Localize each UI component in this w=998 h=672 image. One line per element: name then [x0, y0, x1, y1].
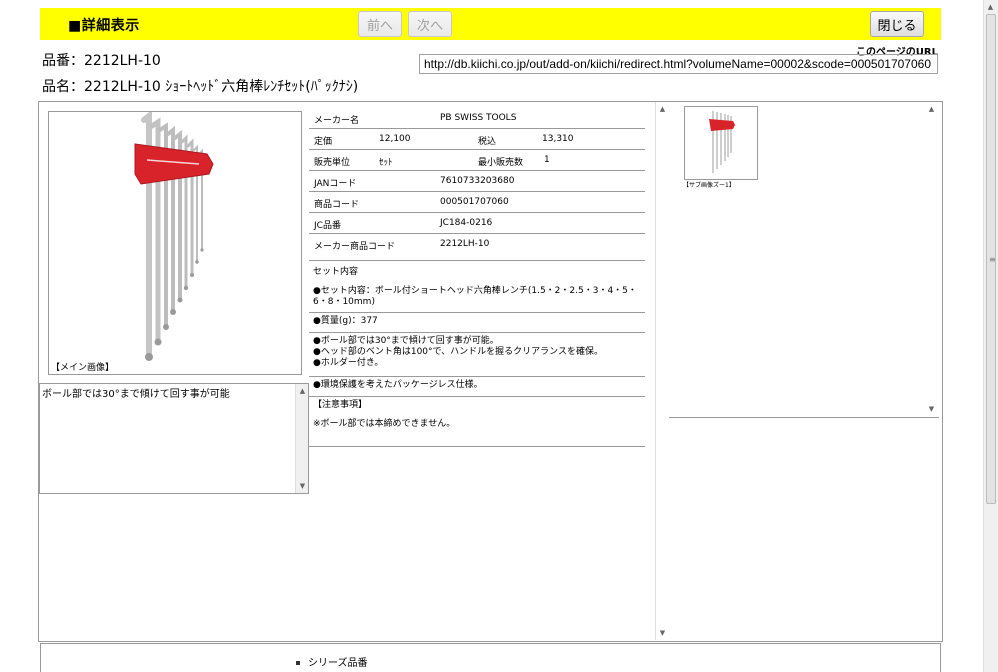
- scroll-up-icon[interactable]: ▲: [984, 3, 997, 11]
- hex-key-set-image: [134, 109, 214, 361]
- scroll-down-icon[interactable]: ▼: [296, 482, 309, 490]
- maker-code-value: 2212LH-10: [440, 239, 490, 249]
- sub-image-scrollbar[interactable]: ▲ ▼: [925, 102, 939, 416]
- set-content: ●セット内容：ボール付ショートヘッド六角棒レンチ(1.5・2・2.5・3・4・5…: [313, 286, 637, 307]
- tax-label: 税込: [478, 137, 497, 147]
- description-scrollbar[interactable]: ▲ ▼: [295, 384, 308, 493]
- jan-value: 7610733203680: [440, 176, 515, 186]
- spec-row-maker: メーカー名 PB SWISS TOOLS: [309, 108, 645, 129]
- scroll-up-icon[interactable]: ▲: [925, 105, 938, 113]
- close-button[interactable]: 閉じる: [870, 11, 924, 37]
- jc-label: JC品番: [314, 221, 341, 231]
- set-content-block: セット内容 ●セット内容：ボール付ショートヘッド六角棒レンチ(1.5・2・2.5…: [309, 261, 645, 313]
- product-number: 品番：2212LH-10: [42, 53, 161, 69]
- scroll-up-icon[interactable]: ▲: [296, 387, 309, 395]
- unit-label: 販売単位: [314, 158, 351, 168]
- min-label: 最小販売数: [478, 158, 524, 168]
- sub-image-caption: 【サブ画像ズー1】: [683, 182, 735, 189]
- feature-bent: ●ヘッド部のベント角は100°で、ハンドルを握るクリアランスを確保。: [313, 347, 603, 357]
- scroll-down-icon[interactable]: ▼: [925, 405, 938, 413]
- spec-row-maker-code: メーカー商品コード 2212LH-10: [309, 234, 645, 261]
- scroll-up-icon[interactable]: ▲: [656, 105, 669, 113]
- spec-row-price: 定価 12,100 税込 13,310: [309, 129, 645, 150]
- eco-note: ●環境保護を考えたパッケージレス仕様。: [313, 380, 483, 390]
- set-heading: セット内容: [313, 267, 359, 277]
- unit-value: ｾｯﾄ: [379, 158, 393, 168]
- caution-block: 【注意事項】 ※ボール部では本締めできません。: [309, 397, 645, 447]
- series-list-item: シリーズ品番: [296, 654, 368, 669]
- feature-holder: ●ホルダー付き。: [313, 358, 384, 368]
- maker-value: PB SWISS TOOLS: [440, 113, 517, 123]
- main-image[interactable]: 【メイン画像】: [48, 109, 302, 375]
- jc-value: JC184-0216: [440, 218, 493, 228]
- min-value: 1: [544, 155, 550, 165]
- feature-ball: ●ボール部では30°まで傾けて回す事が可能。: [313, 336, 499, 346]
- bullet-icon: [296, 661, 300, 665]
- weight-block: ●質量(g)：377: [309, 313, 645, 333]
- header-bar: ■詳細表示 前へ 次へ 閉じる: [40, 8, 941, 40]
- spec-row-code: 商品コード 000501707060: [309, 192, 645, 213]
- tax-value: 13,310: [542, 134, 574, 144]
- scroll-down-icon[interactable]: ▼: [656, 629, 669, 637]
- caution-text: ※ボール部では本締めできません。: [313, 419, 456, 429]
- page-scroll-thumb[interactable]: ≡: [986, 14, 996, 504]
- series-panel: [40, 643, 941, 672]
- code-value: 000501707060: [440, 197, 509, 207]
- image-description: ボール部では30°まで傾けて回す事が可能: [42, 389, 230, 400]
- product-name: 品名：2212LH-10 ｼｮｰﾄﾍｯﾄﾞ六角棒ﾚﾝﾁｾｯﾄ(ﾊﾟｯｸﾅｼ): [42, 79, 359, 95]
- grip-icon: ≡: [989, 255, 996, 264]
- spec-table: メーカー名 PB SWISS TOOLS 定価 12,100 税込 13,310…: [309, 108, 645, 447]
- image-description-box[interactable]: ボール部では30°まで傾けて回す事が可能 ▲ ▼: [39, 383, 309, 494]
- page-title: ■詳細表示: [68, 18, 140, 34]
- page-url-field[interactable]: http://db.kiichi.co.jp/out/add-on/kiichi…: [419, 54, 938, 74]
- series-label: シリーズ品番: [308, 658, 368, 669]
- price-value: 12,100: [379, 134, 411, 144]
- jan-label: JANコード: [314, 179, 357, 189]
- spec-row-unit: 販売単位 ｾｯﾄ 最小販売数 1: [309, 150, 645, 171]
- prev-button[interactable]: 前へ: [358, 11, 402, 37]
- spec-row-jc: JC品番 JC184-0216: [309, 213, 645, 234]
- hex-key-thumb-image: [709, 111, 735, 173]
- next-button[interactable]: 次へ: [408, 11, 452, 37]
- spec-scrollbar[interactable]: ▲ ▼: [655, 102, 668, 640]
- main-image-caption: 【メイン画像】: [51, 363, 115, 373]
- sub-image-thumbnail[interactable]: [684, 106, 758, 180]
- weight: ●質量(g)：377: [313, 316, 378, 326]
- price-label: 定価: [314, 137, 333, 147]
- maker-label: メーカー名: [314, 116, 360, 126]
- maker-code-label: メーカー商品コード: [314, 242, 396, 252]
- features-block: ●ボール部では30°まで傾けて回す事が可能。 ●ヘッド部のベント角は100°で、…: [309, 333, 645, 377]
- caution-heading: 【注意事項】: [313, 400, 368, 410]
- page-scrollbar[interactable]: ▲ ≡: [983, 0, 998, 672]
- spec-row-jan: JANコード 7610733203680: [309, 171, 645, 192]
- code-label: 商品コード: [314, 200, 360, 210]
- eco-block: ●環境保護を考えたパッケージレス仕様。: [309, 377, 645, 397]
